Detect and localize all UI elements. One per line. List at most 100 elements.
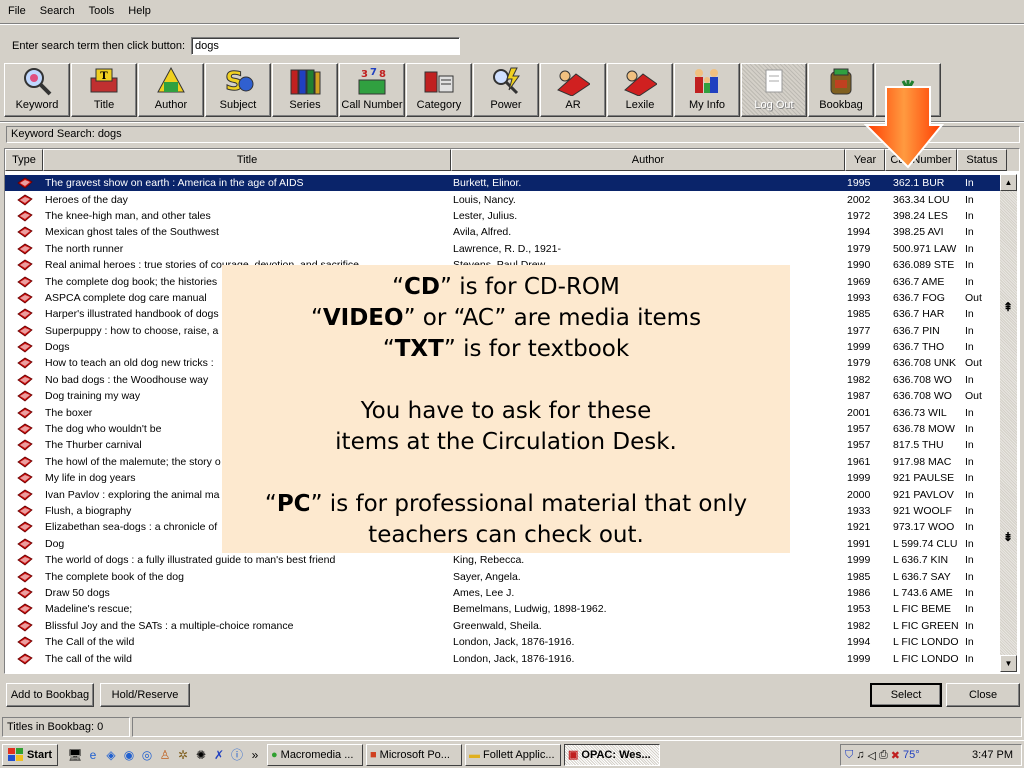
ar-button[interactable]: AR [540, 63, 606, 117]
title-cell: The complete book of the dog [45, 570, 184, 583]
type-cell [5, 538, 43, 550]
call-number-cell: L FIC BEME [893, 603, 951, 616]
year-cell: 1999 [847, 472, 871, 485]
subject-button[interactable]: S Subject [205, 63, 271, 117]
show-desktop-icon[interactable]: 🖥 [66, 746, 84, 764]
status-cell: In [965, 636, 974, 649]
author-button[interactable]: Author [138, 63, 204, 117]
media-icon[interactable]: ◉ [120, 746, 138, 764]
select-button[interactable]: Select [870, 683, 942, 707]
book-icon [17, 505, 33, 517]
task-opac[interactable]: ▣ OPAC: Wes... [564, 743, 660, 766]
app-icon[interactable]: ♙ [156, 746, 174, 764]
info-icon[interactable]: ⓘ [228, 746, 246, 764]
book-icon [17, 554, 33, 566]
type-cell [5, 653, 43, 665]
menu-tools[interactable]: Tools [85, 5, 119, 17]
table-row[interactable]: The gravest show on earth : America in t… [5, 175, 1003, 192]
category-icon [424, 71, 454, 93]
title-cell: The knee-high man, and other tales [45, 209, 211, 222]
vertical-scrollbar[interactable]: ▲ ⇞ ⇟ ▼ [1000, 174, 1017, 672]
table-row[interactable]: Draw 50 dogs Ames, Lee J. 1986 L 743.6 AME I… [5, 585, 1003, 601]
log-out-label: Log Out [754, 99, 794, 111]
menu-search[interactable]: Search [36, 5, 79, 17]
outlook-icon[interactable]: ◎ [138, 746, 156, 764]
category-label: Category [416, 99, 462, 111]
more-icon[interactable]: » [246, 746, 264, 764]
scroll-down-button[interactable]: ▼ [1000, 655, 1017, 672]
author-cell: Bemelmans, Ludwig, 1898-1962. [453, 603, 607, 616]
title-button[interactable]: T Title [71, 63, 137, 117]
year-cell: 1979 [847, 242, 871, 255]
log-out-button[interactable]: Log Out [741, 63, 807, 117]
table-row[interactable]: The Call of the wild London, Jack, 1876-1… [5, 634, 1003, 650]
table-row[interactable]: Blissful Joy and the SATs : a multiple-c… [5, 618, 1003, 634]
call-number-cell: 921 PAULSE [893, 472, 955, 485]
start-button[interactable]: Start [2, 743, 58, 766]
my-info-button[interactable]: My Info [674, 63, 740, 117]
search-input[interactable] [191, 37, 460, 55]
status-cell: In [965, 423, 974, 436]
year-cell: 1979 [847, 357, 871, 370]
table-row[interactable]: Heroes of the day Louis, Nancy. 2002 363.34… [5, 191, 1003, 207]
table-row[interactable]: The complete book of the dog Sayer, Angel… [5, 568, 1003, 584]
col-status[interactable]: Status [957, 149, 1007, 171]
scroll-up-button[interactable]: ▲ [1000, 174, 1017, 191]
title-cell: The call of the wild [45, 652, 132, 665]
keyword-label: Keyword [15, 99, 59, 111]
author-cell: London, Jack, 1876-1916. [453, 636, 575, 649]
call-number-button[interactable]: 378 Call Number [339, 63, 405, 117]
book-icon [17, 620, 33, 632]
table-row[interactable]: The call of the wild London, Jack, 1876-1… [5, 650, 1003, 666]
menu-help[interactable]: Help [124, 5, 155, 17]
col-type[interactable]: Type [5, 149, 43, 171]
year-cell: 2002 [847, 193, 871, 206]
call-number-cell: L 636.7 KIN [893, 554, 949, 567]
table-row[interactable]: The world of dogs : a fully illustrated … [5, 552, 1003, 568]
task-follett[interactable]: ▬ Follett Applic... [465, 743, 561, 766]
tool-icon[interactable]: ✲ [174, 746, 192, 764]
book-icon [17, 194, 33, 206]
status-cell: In [965, 472, 974, 485]
add-to-bookbag-button[interactable]: Add to Bookbag [6, 683, 94, 707]
task-powerpoint[interactable]: ■ Microsoft Po... [366, 743, 462, 766]
year-cell: 1921 [847, 521, 871, 534]
page-down-icon[interactable]: ⇟ [1003, 530, 1013, 544]
year-cell: 1995 [847, 177, 871, 190]
status-cell: Out [965, 390, 982, 403]
network-icon[interactable]: ♫ [856, 749, 864, 761]
tool2-icon[interactable]: ✺ [192, 746, 210, 764]
col-title[interactable]: Title [43, 149, 451, 171]
hold-reserve-button[interactable]: Hold/Reserve [100, 683, 190, 707]
status-cell: Out [965, 357, 982, 370]
table-row[interactable]: The knee-high man, and other tales Lester… [5, 208, 1003, 224]
weather-icon[interactable]: ✖ [891, 749, 900, 762]
svg-text:3: 3 [361, 69, 368, 80]
type-cell [5, 374, 43, 386]
table-row[interactable]: Mexican ghost tales of the Southwest Avil… [5, 224, 1003, 240]
menu-file[interactable]: File [4, 5, 30, 17]
quicklaunch-icon[interactable]: ◈ [102, 746, 120, 764]
power-button[interactable]: Power [473, 63, 539, 117]
tool3-icon[interactable]: ✗ [210, 746, 228, 764]
call-number-cell: 636.089 STE [893, 259, 955, 272]
task-macromedia[interactable]: ● Macromedia ... [267, 743, 363, 766]
browser-icon[interactable]: e [84, 746, 102, 764]
book-icon [17, 571, 33, 583]
series-button[interactable]: Series [272, 63, 338, 117]
year-cell: 1999 [847, 341, 871, 354]
volume-icon[interactable]: ◁ [868, 749, 876, 762]
status-cell: In [965, 341, 974, 354]
book-icon [17, 341, 33, 353]
printer-icon[interactable]: ⎙ [879, 749, 888, 762]
col-author[interactable]: Author [451, 149, 845, 171]
close-button[interactable]: Close [946, 683, 1020, 707]
status-cell: In [965, 275, 974, 288]
table-row[interactable]: The north runner Lawrence, R. D., 1921- 19… [5, 241, 1003, 257]
page-up-icon[interactable]: ⇞ [1003, 300, 1013, 314]
category-button[interactable]: Category [406, 63, 472, 117]
shield-icon[interactable]: ⛉ [845, 749, 853, 762]
keyword-button[interactable]: Keyword [4, 63, 70, 117]
lexile-button[interactable]: Lexile [607, 63, 673, 117]
table-row[interactable]: Madeline's rescue; Bemelmans, Ludwig, 189… [5, 601, 1003, 617]
